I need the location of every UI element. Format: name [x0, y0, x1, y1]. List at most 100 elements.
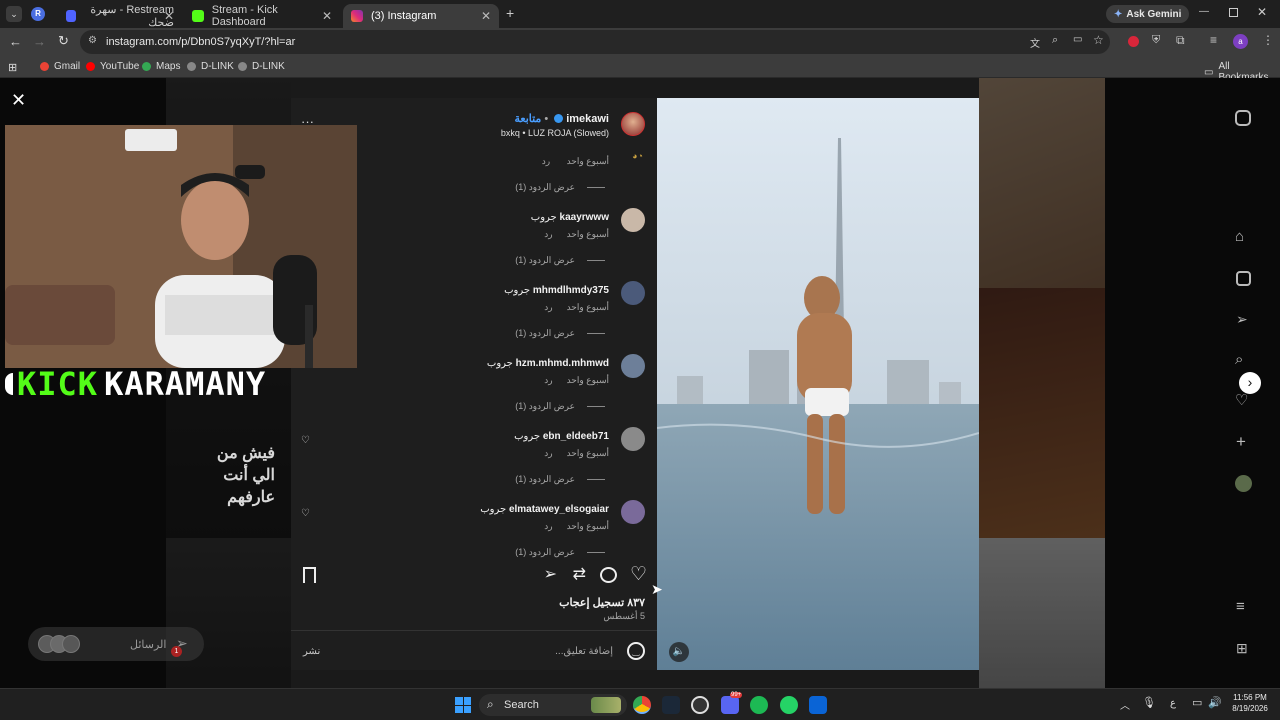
media-controls-icon[interactable]: ≡ — [1210, 33, 1217, 47]
taskbar-search[interactable]: ⌕ Search — [479, 694, 627, 716]
whatsapp-icon[interactable] — [780, 696, 798, 714]
notifications-heart-icon[interactable]: ♡ — [1235, 391, 1248, 409]
translate-icon[interactable]: 文 — [1030, 35, 1040, 50]
close-tab-icon[interactable]: ✕ — [322, 9, 332, 23]
volume-icon[interactable]: 🔊 — [1208, 696, 1222, 709]
reply-link[interactable]: رد — [542, 156, 550, 166]
reels-icon[interactable] — [1236, 271, 1251, 286]
commenter-username[interactable]: kaayrwww — [560, 212, 609, 223]
discord-icon[interactable] — [721, 696, 739, 714]
address-bar[interactable]: ⚙ instagram.com/p/Dbn0S7yqXyT/?hl=ar 文 ⌕… — [80, 30, 1110, 54]
share-send-icon[interactable]: ➢ — [544, 564, 557, 584]
zoom-icon[interactable]: ⌕ — [1052, 34, 1058, 47]
tab-restream[interactable]: Restream - سهرة ضحك ✕ — [58, 4, 182, 29]
tab-search-dropdown[interactable]: ⌄ — [6, 6, 22, 22]
extensions-puzzle-icon[interactable]: ⧉ — [1176, 33, 1185, 48]
repost-icon[interactable]: ⇄ — [573, 564, 586, 584]
profile-avatar-sidebar[interactable] — [1235, 475, 1252, 492]
network-icon[interactable]: ▭ — [1192, 696, 1202, 709]
close-tab-icon[interactable]: ✕ — [164, 9, 174, 23]
reload-icon[interactable]: ↻ — [58, 33, 69, 49]
reply-link[interactable]: رد — [544, 448, 552, 458]
cast-icon[interactable]: ▭ — [1073, 34, 1082, 45]
instagram-logo-icon[interactable] — [1235, 110, 1251, 126]
reply-link[interactable]: رد — [544, 229, 552, 239]
shield-extension-icon[interactable]: ⛨ — [1152, 34, 1160, 47]
commenter-avatar[interactable] — [621, 208, 645, 232]
close-tab-icon[interactable]: ✕ — [481, 9, 491, 23]
new-tab-icon[interactable]: + — [506, 5, 514, 21]
bookmark-dlink-2[interactable]: D-LINK — [238, 61, 285, 72]
bookmark-dlink-1[interactable]: D-LINK — [187, 61, 234, 72]
commenter-username[interactable]: hzm.mhmd.mhmwd — [516, 358, 609, 369]
like-heart-icon[interactable]: ♡ — [630, 563, 647, 586]
view-replies-link[interactable]: عرض الردود (1) — [515, 547, 605, 558]
commenter-username[interactable]: elmatawey_elsogaiar — [509, 504, 609, 515]
ask-gemini-button[interactable]: ✦ Ask Gemini — [1106, 5, 1190, 23]
post-comment-button[interactable]: نشر — [303, 646, 320, 657]
commenter-avatar[interactable] — [621, 500, 645, 524]
windows-start-icon[interactable] — [455, 697, 471, 713]
bookmark-maps[interactable]: Maps — [142, 61, 180, 72]
clock[interactable]: 11:56 PM 8/19/2026 — [1228, 692, 1272, 714]
search-icon[interactable]: ⌕ — [1235, 351, 1243, 368]
view-replies-link[interactable]: عرض الردود (1) — [515, 401, 605, 412]
comment-like-heart-icon[interactable]: ♡ — [301, 508, 310, 519]
restore-window-icon[interactable] — [1229, 8, 1238, 17]
tab-kick-dashboard[interactable]: Stream - Kick Dashboard ✕ — [184, 4, 340, 28]
likes-count[interactable]: ٨٣٧ تسجيل إعجاب — [559, 596, 645, 609]
view-replies-link[interactable]: عرض الردود (1) — [515, 328, 605, 339]
bookmark-gmail[interactable]: Gmail — [40, 61, 80, 72]
save-bookmark-icon[interactable] — [303, 567, 316, 583]
create-plus-icon[interactable]: + — [1236, 432, 1246, 452]
commenter-avatar[interactable] — [621, 281, 645, 305]
more-menu-icon[interactable]: ≡ — [1236, 598, 1245, 615]
profile-avatar[interactable]: a — [1233, 34, 1248, 49]
chrome-icon[interactable] — [633, 696, 651, 714]
author-avatar[interactable] — [621, 112, 645, 136]
bookmark-star-icon[interactable]: ☆ — [1093, 33, 1104, 47]
steam-icon[interactable] — [662, 696, 680, 714]
tab-instagram[interactable]: (3) Instagram ✕ — [343, 4, 499, 28]
commenter-avatar[interactable] — [621, 427, 645, 451]
back-arrow-icon[interactable]: ← — [9, 34, 22, 49]
forward-arrow-icon[interactable]: → — [33, 34, 46, 49]
browser-menu-icon[interactable]: ⋮ — [1262, 33, 1274, 47]
profile-badge-tab[interactable]: R — [31, 7, 45, 21]
extension-red-icon[interactable] — [1128, 36, 1139, 47]
apps-icon[interactable]: ⊞ — [1236, 640, 1248, 657]
bookmark-youtube[interactable]: YouTube — [86, 61, 139, 72]
audio-track[interactable]: bxkq • LUZ ROJA (Slowed) — [501, 128, 609, 138]
reply-link[interactable]: رد — [544, 302, 552, 312]
site-info-icon[interactable]: ⚙ — [88, 35, 97, 46]
view-replies-link[interactable]: عرض الردود (1) — [515, 182, 605, 193]
commenter-avatar[interactable] — [621, 354, 645, 378]
commenter-username[interactable]: ebn_eldeeb71 — [543, 431, 609, 442]
direct-messages-icon[interactable]: ➢ — [1236, 311, 1248, 328]
view-replies-link[interactable]: عرض الردود (1) — [515, 474, 605, 485]
reply-link[interactable]: رد — [544, 375, 552, 385]
input-language[interactable]: ع — [1170, 698, 1176, 709]
author-username[interactable]: imekawi — [566, 113, 609, 125]
commenter-username[interactable]: mhmdlhmdy375 — [533, 285, 609, 296]
reel-video[interactable]: 🔈 — [657, 98, 979, 670]
reply-link[interactable]: رد — [544, 521, 552, 531]
close-window-icon[interactable]: ✕ — [1257, 5, 1267, 19]
outlook-icon[interactable] — [809, 696, 827, 714]
comment-like-heart-icon[interactable]: ♡ — [301, 435, 310, 446]
close-modal-icon[interactable]: ✕ — [11, 90, 26, 111]
apps-grid-icon[interactable]: ⊞ — [8, 61, 17, 74]
spotify-icon[interactable] — [750, 696, 768, 714]
show-hidden-icons-icon[interactable]: ︿ — [1120, 697, 1130, 712]
microphone-icon[interactable]: 🎙 — [1142, 696, 1156, 709]
messages-widget[interactable]: الرسائل ➢ 1 — [28, 627, 204, 661]
emoji-picker-icon[interactable]: ‿ — [627, 642, 645, 660]
minimize-window-icon[interactable]: — — [1199, 6, 1209, 17]
follow-button[interactable]: متابعة — [514, 112, 541, 125]
comment-bubble-icon[interactable] — [600, 567, 617, 583]
comment-input[interactable]: إضافة تعليق... — [555, 646, 613, 657]
obs-icon[interactable] — [691, 696, 709, 714]
view-replies-link[interactable]: عرض الردود (1) — [515, 255, 605, 266]
mute-toggle-icon[interactable]: 🔈 — [669, 642, 689, 662]
home-icon[interactable]: ⌂ — [1235, 228, 1244, 245]
